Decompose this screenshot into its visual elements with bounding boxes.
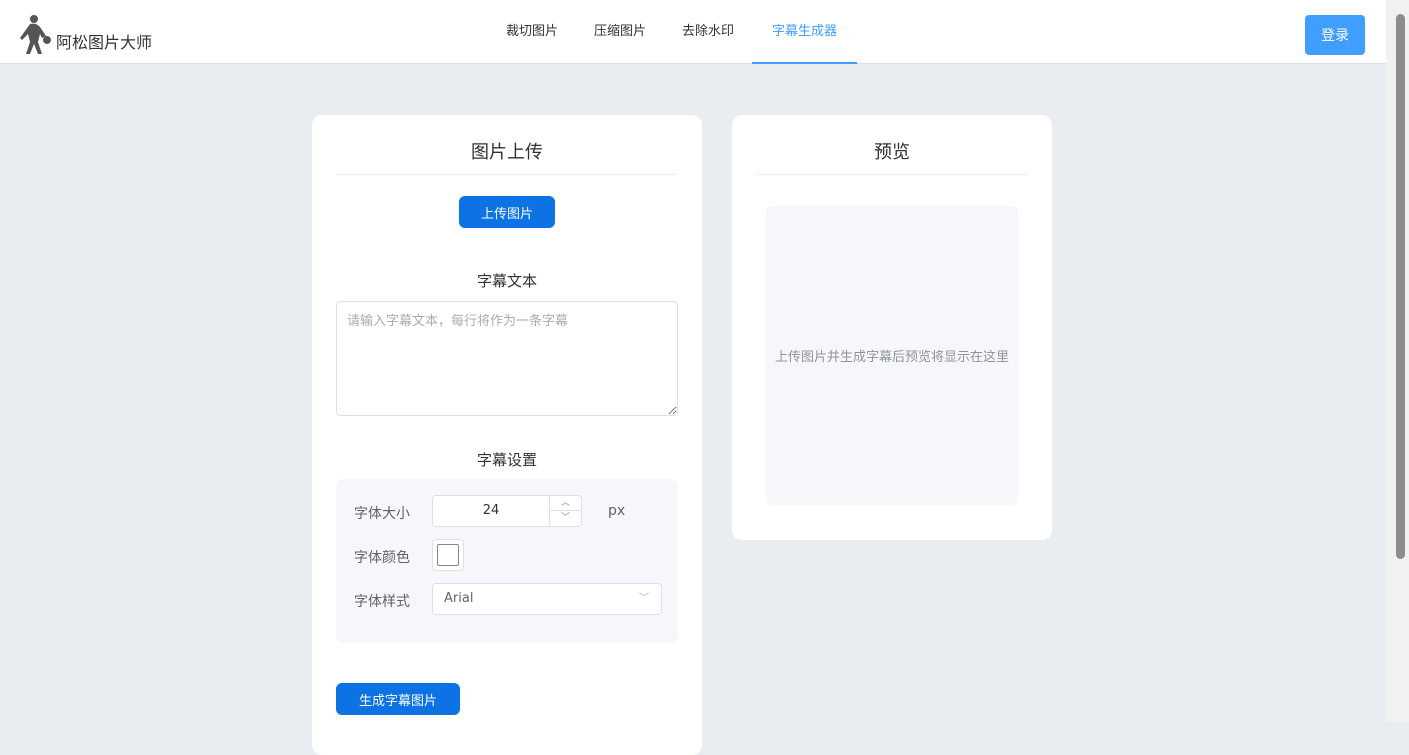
font-size-label: 字体大小 [354,506,410,522]
app-title: 阿松图片大师 [56,33,153,52]
font-style-label: 字体样式 [354,594,410,610]
upload-card: 图片上传 上传图片 字幕文本 字幕设置 字体大小 24 ︿ ﹀ px 字体颜色 … [312,115,702,755]
font-size-value[interactable]: 24 [433,496,549,526]
generate-button[interactable]: 生成字幕图片 [336,683,460,715]
preview-area: 上传图片并生成字幕后预览将显示在这里 [766,206,1018,505]
settings-title: 字幕设置 [476,451,537,469]
font-color-label: 字体颜色 [354,550,410,566]
nav-watermark[interactable]: 去除水印 [664,0,752,64]
font-size-stepper[interactable]: 24 ︿ ﹀ [432,495,582,527]
nav-subtitle[interactable]: 字幕生成器 [752,0,858,64]
scrollbar[interactable] [1386,0,1409,722]
settings-panel: 字体大小 24 ︿ ﹀ px 字体颜色 字体样式 Arial ﹀ [336,479,678,643]
preview-title: 预览 [756,115,1028,175]
upload-button[interactable]: 上传图片 [459,196,555,228]
header: 阿松图片大师 裁切图片 压缩图片 去除水印 字幕生成器 登录 [0,0,1386,64]
subtitle-text-input[interactable] [336,301,678,416]
basketball-player-icon [20,15,51,54]
login-button[interactable]: 登录 [1305,15,1365,55]
increment-icon[interactable]: ︿ [549,496,581,511]
font-style-select[interactable]: Arial ﹀ [432,583,662,615]
chevron-down-icon: ﹀ [639,593,649,604]
preview-card: 预览 上传图片并生成字幕后预览将显示在这里 [732,115,1052,540]
scrollbar-thumb[interactable] [1396,14,1405,559]
main-nav: 裁切图片 压缩图片 去除水印 字幕生成器 [488,0,858,64]
logo[interactable]: 阿松图片大师 [20,14,152,56]
upload-title: 图片上传 [336,115,678,175]
nav-crop[interactable]: 裁切图片 [488,0,576,64]
subtitle-text-title: 字幕文本 [476,272,537,290]
font-size-unit: px [608,503,626,519]
font-color-picker[interactable] [432,539,464,571]
preview-placeholder: 上传图片并生成字幕后预览将显示在这里 [774,350,1009,365]
decrement-icon[interactable]: ﹀ [549,511,581,526]
nav-compress[interactable]: 压缩图片 [576,0,664,64]
font-style-value: Arial [444,591,474,606]
